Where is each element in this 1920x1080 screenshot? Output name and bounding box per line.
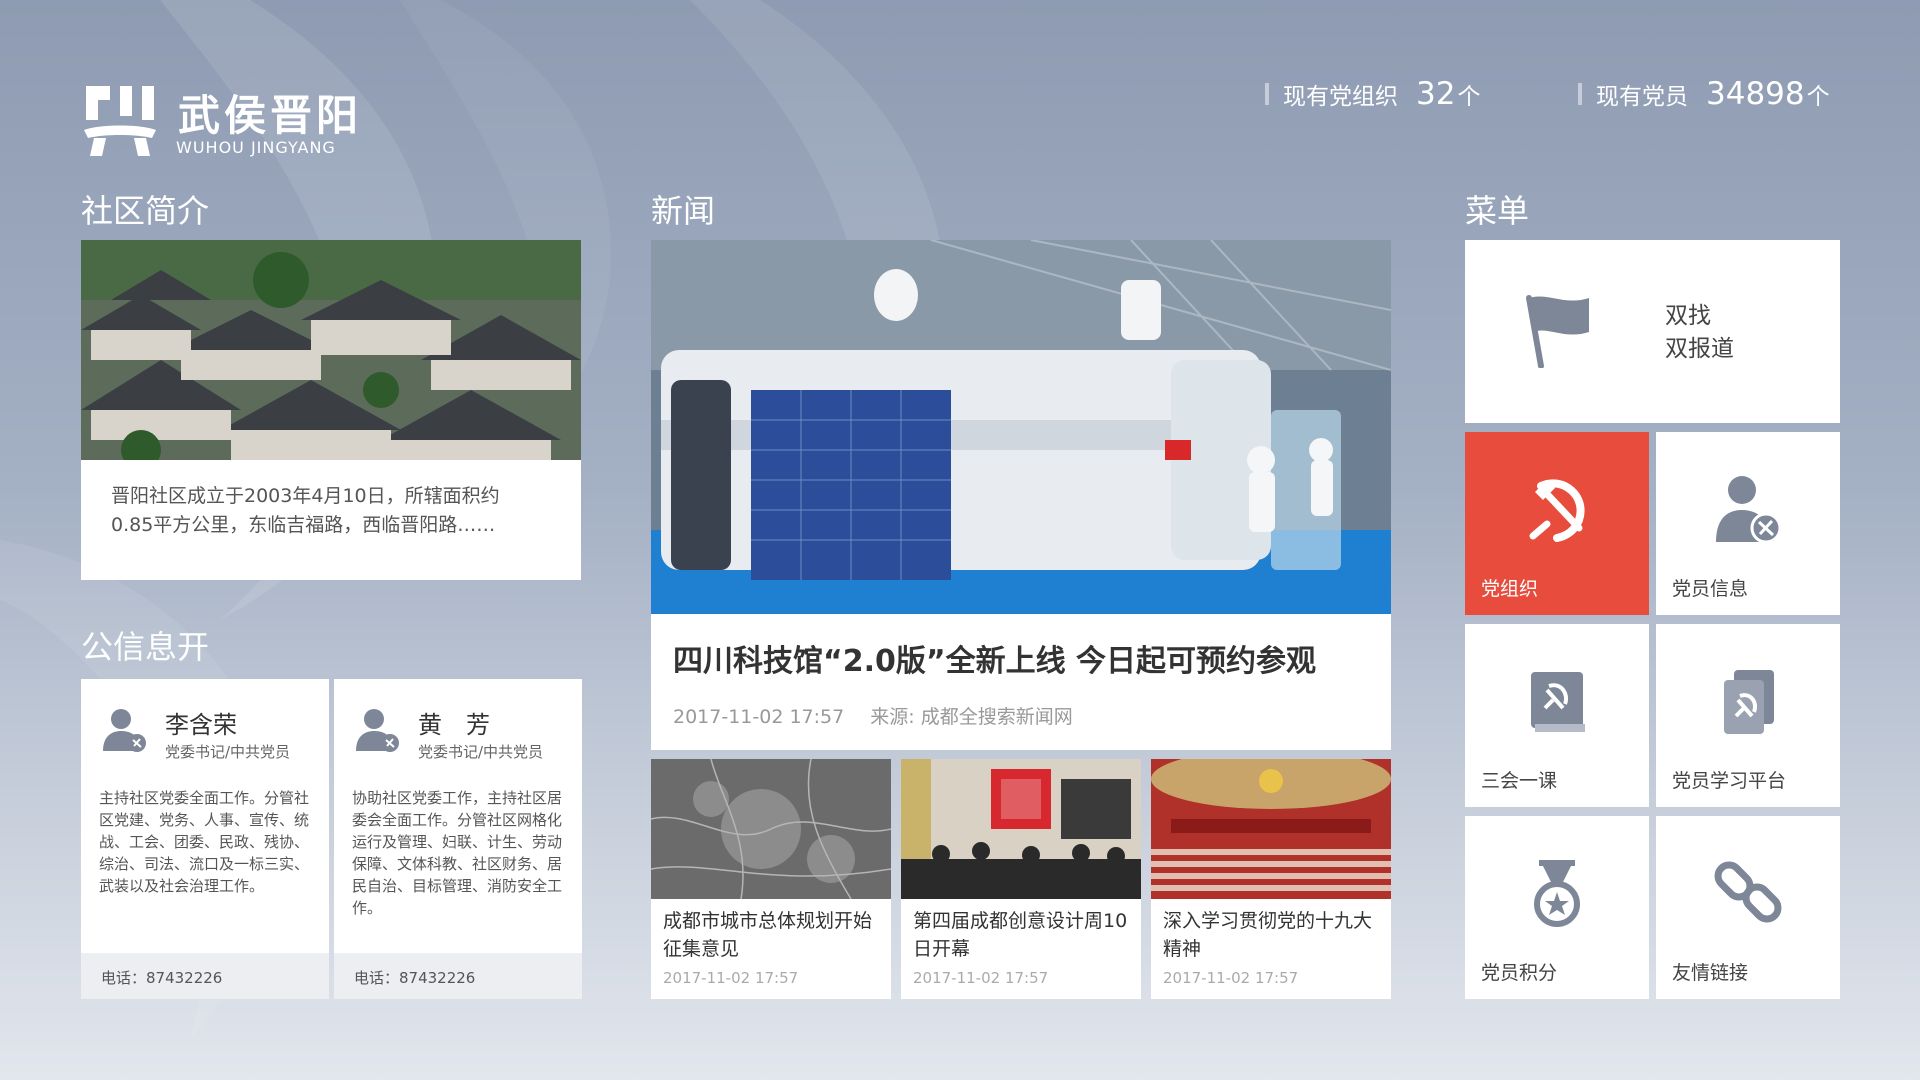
news-featured-meta: 2017-11-02 17:57 来源: 成都全搜索新闻网	[673, 702, 1093, 729]
book-icon	[1531, 672, 1585, 732]
stat-label: 现有党组织	[1283, 84, 1398, 110]
news-item[interactable]: 深入学习贯彻党的十九大精神 2017-11-02 17:57	[1151, 759, 1391, 999]
member-avatar-icon	[103, 709, 146, 752]
section-title-public-info: 公信息开	[81, 628, 210, 666]
person-phone: 电话：87432226	[334, 953, 582, 999]
stat-label: 现有党员	[1596, 84, 1688, 110]
menu-tile-member-info[interactable]: 党员信息	[1656, 432, 1840, 615]
menu-tile-party-org[interactable]: 党组织	[1465, 432, 1649, 615]
stat-value: 34898	[1706, 76, 1805, 112]
menu-tile-label: 三会一课	[1481, 770, 1558, 792]
community-photo	[81, 240, 581, 460]
menu-tile-label: 双找 双报道	[1665, 300, 1734, 366]
news-item-image	[901, 759, 1141, 899]
news-featured-date: 2017-11-02 17:57	[673, 706, 845, 728]
study-icon	[1724, 670, 1774, 734]
news-item-date: 2017-11-02 17:57	[663, 969, 799, 987]
stat-divider	[1578, 83, 1582, 105]
person-role: 党委书记/中共党员	[165, 743, 291, 761]
news-item-image	[1151, 759, 1391, 899]
news-item-title[interactable]: 成都市城市总体规划开始征集意见	[663, 907, 885, 963]
member-avatar-icon	[356, 709, 399, 752]
menu-tile-label: 党组织	[1481, 578, 1539, 600]
news-featured-title[interactable]: 四川科技馆“2.0版”全新上线 今日起可预约参观	[673, 636, 1316, 680]
community-intro-text: 晋阳社区成立于2003年4月10日，所辖面积约 0.85平方公里，东临吉福路，西…	[81, 460, 581, 562]
stat-party-members: 现有党员 34898 个	[1578, 76, 1830, 112]
news-item-title[interactable]: 深入学习贯彻党的十九大精神	[1163, 907, 1385, 963]
menu-tile-double-report[interactable]: 双找 双报道	[1465, 240, 1840, 423]
community-intro-line: 晋阳社区成立于2003年4月10日，所辖面积约	[111, 485, 500, 507]
medal-icon	[1534, 860, 1580, 927]
menu-tile-three-meetings[interactable]: 三会一课	[1465, 624, 1649, 807]
person-role: 党委书记/中共党员	[418, 743, 544, 761]
community-intro-line: 0.85平方公里，东临吉福路，西临晋阳路……	[111, 514, 496, 536]
news-item-date: 2017-11-02 17:57	[913, 969, 1049, 987]
menu-tile-label: 党员信息	[1672, 578, 1749, 600]
menu-tile-study-platform[interactable]: 党员学习平台	[1656, 624, 1840, 807]
community-intro-card[interactable]: 晋阳社区成立于2003年4月10日，所辖面积约 0.85平方公里，东临吉福路，西…	[81, 240, 581, 580]
menu-tile-label: 友情链接	[1672, 962, 1749, 984]
stat-divider	[1265, 83, 1269, 105]
news-item[interactable]: 成都市城市总体规划开始征集意见 2017-11-02 17:57	[651, 759, 891, 999]
news-item-image	[651, 759, 891, 899]
hammer-sickle-icon	[1529, 479, 1585, 542]
news-item[interactable]: 第四届成都创意设计周10日开幕 2017-11-02 17:57	[901, 759, 1141, 999]
news-featured[interactable]: 四川科技馆“2.0版”全新上线 今日起可预约参观 2017-11-02 17:5…	[651, 240, 1391, 750]
menu-tile-label-line: 双找	[1665, 303, 1711, 329]
person-name: 黄 芳	[418, 711, 490, 739]
menu-tile-label-line: 双报道	[1665, 336, 1734, 362]
logo-mark-icon	[84, 86, 156, 156]
person-desc: 主持社区党委全面工作。分管社区党建、党务、人事、宣传、统战、工会、团委、民政、残…	[99, 789, 310, 895]
person-name: 李含荣	[165, 711, 237, 739]
news-item-title[interactable]: 第四届成都创意设计周10日开幕	[913, 907, 1135, 963]
section-title-menu: 菜单	[1465, 192, 1530, 230]
person-card[interactable]: 李含荣 党委书记/中共党员 主持社区党委全面工作。分管社区党建、党务、人事、宣传…	[81, 679, 329, 999]
person-card[interactable]: 黄 芳 党委书记/中共党员 协助社区党委工作，主持社区居委会全面工作。分管社区网…	[334, 679, 582, 999]
logo-subtitle: WUHOU JINGYANG	[176, 138, 336, 157]
news-item-date: 2017-11-02 17:57	[1163, 969, 1299, 987]
stat-unit: 个	[1457, 84, 1481, 110]
flag-icon	[1526, 295, 1589, 368]
section-title-community: 社区简介	[81, 192, 210, 230]
link-icon	[1714, 861, 1782, 923]
logo-title: 武侯晋阳	[178, 91, 363, 140]
menu-tile-member-points[interactable]: 党员积分	[1465, 816, 1649, 999]
stat-unit: 个	[1806, 84, 1830, 110]
menu-tile-friend-links[interactable]: 友情链接	[1656, 816, 1840, 999]
stat-value: 32	[1416, 76, 1456, 112]
menu-tile-label: 党员学习平台	[1672, 770, 1787, 792]
member-icon	[1716, 476, 1782, 544]
person-phone: 电话：87432226	[81, 953, 329, 999]
menu-tile-label: 党员积分	[1481, 962, 1558, 984]
news-featured-source: 来源: 成都全搜索新闻网	[870, 706, 1073, 728]
section-title-news: 新闻	[651, 192, 716, 230]
news-featured-image	[651, 240, 1391, 614]
person-desc: 协助社区党委工作，主持社区居委会全面工作。分管社区网格化运行及管理、妇联、计生、…	[352, 789, 563, 917]
stat-party-orgs: 现有党组织 32 个	[1265, 76, 1480, 112]
